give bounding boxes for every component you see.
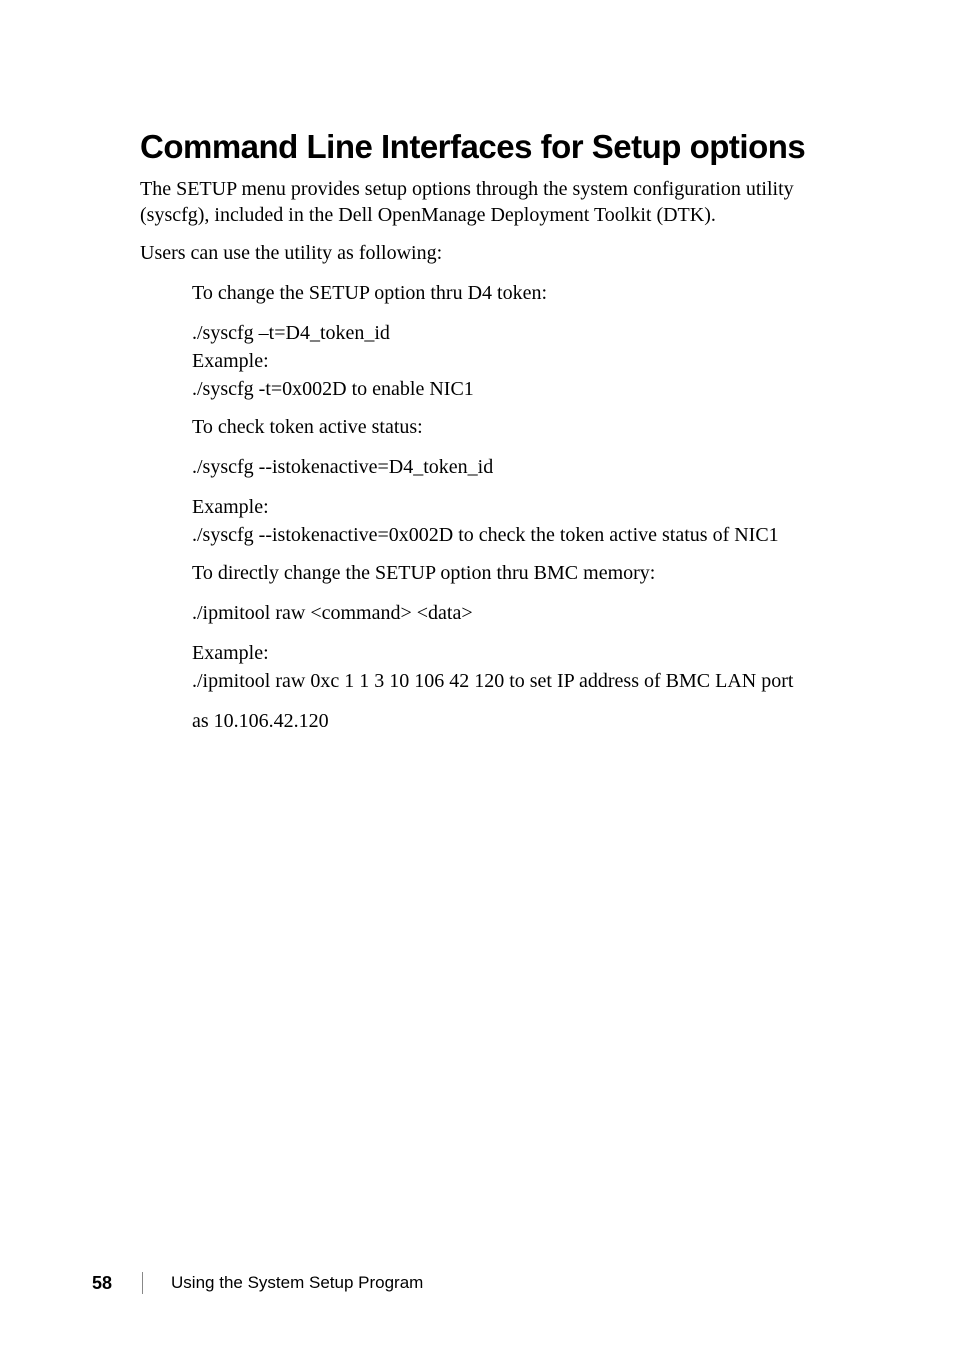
block3-title: To directly change the SETUP option thru… — [192, 560, 859, 586]
content-block: To change the SETUP option thru D4 token… — [192, 280, 859, 734]
footer-divider — [142, 1272, 143, 1294]
block3-cmd2: ./ipmitool raw 0xc 1 1 3 10 106 42 120 t… — [192, 668, 859, 694]
block3-cmd3: as 10.106.42.120 — [192, 708, 859, 734]
block3-cmd1: ./ipmitool raw <command> <data> — [192, 600, 859, 626]
page-heading: Command Line Interfaces for Setup option… — [140, 128, 859, 166]
block2-cmd2: ./syscfg --istokenactive=0x002D to check… — [192, 522, 859, 548]
block1-example-label: Example: — [192, 348, 859, 374]
page-number: 58 — [92, 1273, 112, 1294]
block2-title: To check token active status: — [192, 414, 859, 440]
block3-example-label: Example: — [192, 640, 859, 666]
intro-paragraph: The SETUP menu provides setup options th… — [140, 176, 859, 228]
block1-cmd1: ./syscfg –t=D4_token_id — [192, 320, 859, 346]
footer-section-title: Using the System Setup Program — [171, 1273, 423, 1293]
page-footer: 58 Using the System Setup Program — [92, 1272, 423, 1294]
block1-cmd2: ./syscfg -t=0x002D to enable NIC1 — [192, 376, 859, 402]
block1-title: To change the SETUP option thru D4 token… — [192, 280, 859, 306]
users-intro: Users can use the utility as following: — [140, 240, 859, 266]
block2-example-label: Example: — [192, 494, 859, 520]
block2-cmd1: ./syscfg --istokenactive=D4_token_id — [192, 454, 859, 480]
